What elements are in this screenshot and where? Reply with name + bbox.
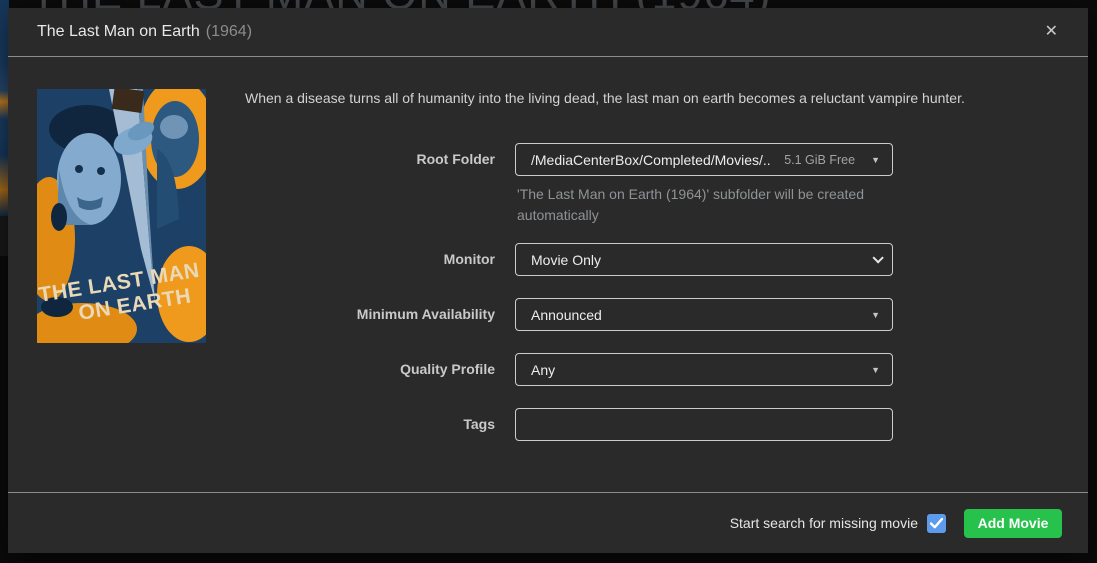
check-icon [930, 518, 943, 529]
caret-down-icon: ▼ [871, 365, 880, 375]
chevron-down-icon [872, 252, 883, 263]
movie-overview: When a disease turns all of humanity int… [245, 89, 1070, 108]
modal-title: The Last Man on Earth [37, 23, 200, 41]
monitor-value: Movie Only [531, 252, 601, 268]
monitor-label: Monitor [8, 243, 495, 276]
quality-profile-value: Any [531, 362, 555, 378]
quality-profile-select[interactable]: Any ▼ [515, 353, 893, 386]
close-icon[interactable]: ✕ [1041, 20, 1062, 44]
root-folder-select[interactable]: /MediaCenterBox/Completed/Movies/.. 5.1 … [515, 143, 893, 176]
root-folder-value: /MediaCenterBox/Completed/Movies/.. [531, 152, 770, 168]
quality-profile-label: Quality Profile [8, 353, 495, 386]
root-folder-helper-text: 'The Last Man on Earth (1964)' subfolder… [517, 184, 883, 226]
caret-down-icon: ▼ [871, 155, 880, 165]
tags-label: Tags [8, 408, 495, 441]
add-movie-button[interactable]: Add Movie [964, 509, 1062, 538]
root-folder-label: Root Folder [8, 143, 495, 176]
modal-footer: Start search for missing movie Add Movie [8, 492, 1088, 553]
minimum-availability-label: Minimum Availability [8, 298, 495, 331]
start-search-checkbox[interactable] [927, 514, 946, 533]
minimum-availability-select[interactable]: Announced ▼ [515, 298, 893, 331]
add-movie-modal: The Last Man on Earth (1964) ✕ [8, 8, 1088, 553]
tags-input[interactable] [515, 408, 893, 441]
caret-down-icon: ▼ [871, 310, 880, 320]
modal-title-year: (1964) [206, 23, 252, 41]
minimum-availability-value: Announced [531, 307, 602, 323]
modal-header: The Last Man on Earth (1964) ✕ [8, 8, 1088, 57]
start-search-label: Start search for missing movie [730, 515, 918, 531]
root-folder-free-space: 5.1 GiB Free [784, 153, 855, 167]
monitor-select[interactable]: Movie Only [515, 243, 893, 276]
